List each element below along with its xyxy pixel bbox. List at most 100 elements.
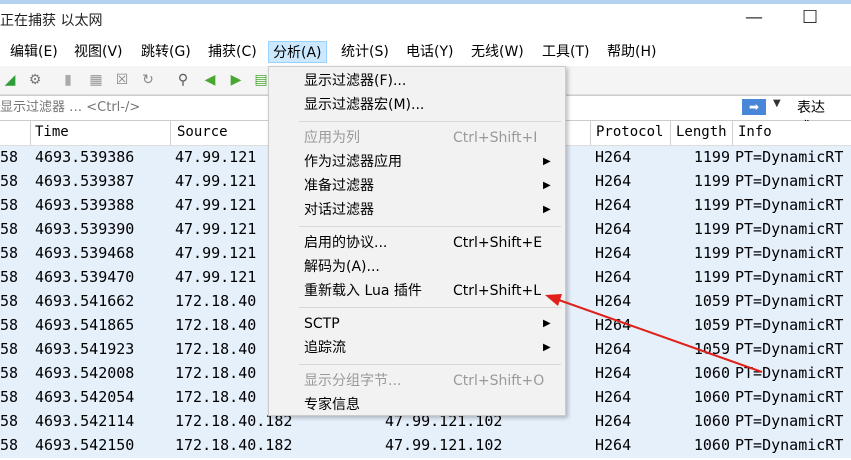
cell-info: PT=DynamicRT	[735, 412, 844, 430]
menu-item-label: 启用的协议...	[304, 235, 388, 251]
menu-view[interactable]: 视图(V)	[70, 41, 127, 63]
cell-no: 58	[0, 436, 19, 454]
minimize-icon[interactable]: —	[745, 8, 763, 28]
menu-item-label: 显示过滤器宏(M)...	[304, 97, 425, 113]
cell-time: 4693.539388	[35, 196, 135, 214]
apply-filter-arrow-icon[interactable]: ➡	[742, 99, 766, 115]
cell-protocol: H264	[595, 148, 632, 166]
column-header-source[interactable]: Source	[177, 124, 228, 140]
table-row[interactable]: 58 4693.542150 172.18.40.182 47.99.121.1…	[0, 434, 851, 458]
menu-item-follow-stream[interactable]: 追踪流 ▶	[269, 336, 565, 360]
column-divider[interactable]	[732, 121, 733, 145]
cell-time: 4693.539387	[35, 172, 135, 190]
cell-info: PT=DynamicRT	[735, 148, 844, 166]
menu-item-conversation-filter[interactable]: 对话过滤器 ▶	[269, 198, 565, 222]
reload-icon[interactable]: ↻	[138, 70, 158, 90]
menu-item-label: 重新载入 Lua 插件	[304, 283, 422, 299]
menu-statistics[interactable]: 统计(S)	[337, 41, 393, 63]
column-divider[interactable]	[590, 121, 591, 145]
cell-no: 58	[0, 364, 19, 382]
menu-item-enabled-protocols[interactable]: 启用的协议... Ctrl+Shift+E	[269, 231, 565, 255]
menu-item-shortcut: Ctrl+Shift+I	[453, 130, 538, 146]
cell-source: 172.18.40	[175, 292, 257, 310]
cell-info: PT=DynamicRT	[735, 292, 844, 310]
menu-telephony[interactable]: 电话(Y)	[402, 41, 457, 63]
menu-item-apply-as-filter[interactable]: 作为过滤器应用 ▶	[269, 150, 565, 174]
menu-item-show-packet-bytes[interactable]: 显示分组字节... Ctrl+Shift+O	[269, 369, 565, 393]
cell-time: 4693.542054	[35, 388, 135, 406]
menu-item-apply-as-column[interactable]: 应用为列 Ctrl+Shift+I	[269, 126, 565, 150]
menu-item-display-filter-macros[interactable]: 显示过滤器宏(M)...	[269, 93, 565, 117]
cell-length: 1059	[693, 292, 730, 310]
cell-no: 58	[0, 412, 19, 430]
analyze-dropdown-menu: 显示过滤器(F)... 显示过滤器宏(M)... 应用为列 Ctrl+Shift…	[268, 66, 566, 416]
menu-item-label: SCTP	[304, 316, 340, 332]
menu-item-label: 显示分组字节...	[304, 373, 402, 389]
chevron-right-icon: ▶	[543, 342, 551, 353]
cell-info: PT=DynamicRT	[735, 388, 844, 406]
column-header-protocol[interactable]: Protocol	[596, 124, 663, 140]
shark-fin-icon[interactable]: ◢	[0, 70, 20, 90]
column-header-info[interactable]: Info	[738, 124, 772, 140]
cell-source: 172.18.40	[175, 388, 257, 406]
back-arrow-icon[interactable]: ◀	[200, 70, 220, 90]
stop-icon[interactable]: ▮	[58, 70, 78, 90]
window-title: 正在捕获 以太网	[0, 13, 103, 29]
cell-source: 47.99.121	[175, 268, 257, 286]
cell-protocol: H264	[595, 172, 632, 190]
menu-item-label: 作为过滤器应用	[304, 154, 402, 170]
chevron-right-icon: ▶	[543, 156, 551, 167]
cell-protocol: H264	[595, 388, 632, 406]
options-gear-icon[interactable]: ⚙	[25, 70, 45, 90]
cell-length: 1060	[693, 412, 730, 430]
cell-no: 58	[0, 220, 19, 238]
column-divider[interactable]	[670, 121, 671, 145]
cell-protocol: H264	[595, 196, 632, 214]
cell-time: 4693.542150	[35, 436, 135, 454]
menu-item-shortcut: Ctrl+Shift+E	[453, 235, 543, 251]
cell-length: 1199	[693, 196, 730, 214]
menu-tools[interactable]: 工具(T)	[538, 41, 593, 63]
menu-capture[interactable]: 捕获(C)	[204, 41, 261, 63]
cell-no: 58	[0, 172, 19, 190]
cell-time: 4693.539468	[35, 244, 135, 262]
menu-bar: 编辑(E) 视图(V) 跳转(G) 捕获(C) 分析(A) 统计(S) 电话(Y…	[0, 38, 851, 66]
forward-arrow-icon[interactable]: ▶	[226, 70, 246, 90]
cell-time: 4693.539390	[35, 220, 135, 238]
menu-item-display-filters[interactable]: 显示过滤器(F)...	[269, 69, 565, 93]
menu-item-prepare-filter[interactable]: 准备过滤器 ▶	[269, 174, 565, 198]
menu-analyze[interactable]: 分析(A)	[268, 41, 327, 63]
cell-protocol: H264	[595, 364, 632, 382]
column-divider[interactable]	[170, 121, 171, 145]
menu-item-reload-lua-plugins[interactable]: 重新载入 Lua 插件 Ctrl+Shift+L	[269, 279, 565, 303]
cell-protocol: H264	[595, 340, 632, 358]
cell-no: 58	[0, 316, 19, 334]
cell-time: 4693.541662	[35, 292, 135, 310]
cell-length: 1060	[693, 364, 730, 382]
chevron-down-icon[interactable]: ▼	[773, 98, 781, 109]
cell-source: 172.18.40.182	[175, 436, 293, 454]
close-file-icon[interactable]: ☒	[112, 70, 132, 90]
menu-edit[interactable]: 编辑(E)	[6, 41, 62, 63]
cell-source: 172.18.40	[175, 316, 257, 334]
column-header-time[interactable]: Time	[35, 124, 69, 140]
cell-source: 47.99.121	[175, 244, 257, 262]
cell-protocol: H264	[595, 412, 632, 430]
cell-source: 47.99.121	[175, 196, 257, 214]
column-divider[interactable]	[30, 121, 31, 145]
open-file-icon[interactable]: ▦	[86, 70, 106, 90]
column-header-length[interactable]: Length	[676, 124, 727, 140]
menu-separator	[299, 121, 561, 122]
menu-item-sctp[interactable]: SCTP ▶	[269, 312, 565, 336]
menu-item-expert-info[interactable]: 专家信息	[269, 393, 565, 417]
cell-source: 47.99.121	[175, 148, 257, 166]
menu-item-label: 专家信息	[304, 397, 360, 413]
find-icon[interactable]: ⚲	[173, 70, 193, 90]
menu-go[interactable]: 跳转(G)	[137, 41, 195, 63]
menu-help[interactable]: 帮助(H)	[603, 41, 660, 63]
maximize-icon[interactable]: ☐	[802, 8, 818, 28]
menu-item-shortcut: Ctrl+Shift+O	[453, 373, 545, 389]
cell-info: PT=DynamicRT	[735, 196, 844, 214]
menu-wireless[interactable]: 无线(W)	[467, 41, 528, 63]
menu-item-decode-as[interactable]: 解码为(A)...	[269, 255, 565, 279]
